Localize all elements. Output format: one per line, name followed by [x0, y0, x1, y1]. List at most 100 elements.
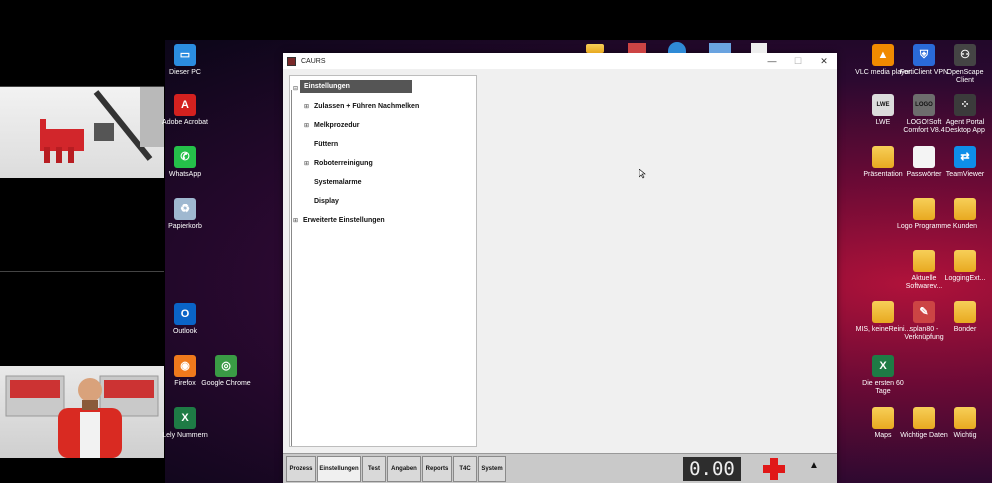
- main-content: ⊟ Einstellungen ⊞ Zulassen + Führen Nach…: [283, 69, 837, 453]
- globe-icon[interactable]: [668, 42, 686, 53]
- vlc-icon: ▲: [872, 44, 894, 66]
- app-icon: [287, 56, 296, 66]
- tab-einstellungen[interactable]: Einstellungen: [317, 456, 361, 482]
- tree-item-display[interactable]: Display: [314, 198, 339, 205]
- divider: [0, 271, 164, 272]
- collapse-icon[interactable]: ⊟: [293, 85, 298, 92]
- title-bar: CAURS — ☐ ✕: [283, 53, 837, 69]
- firefox-icon: ◉: [174, 355, 196, 377]
- folder-icon: [872, 301, 894, 323]
- network-icon[interactable]: [709, 43, 731, 53]
- tree-item-melkprozedur[interactable]: Melkprozedur: [314, 122, 360, 129]
- bottom-toolbar: Prozess Einstellungen Test Angaben Repor…: [283, 453, 837, 483]
- desktop-shortcut[interactable]: O Outlook: [157, 303, 213, 336]
- desktop-shortcut-label: Adobe Acrobat: [162, 119, 208, 126]
- desktop-shortcut-label: WhatsApp: [168, 171, 202, 178]
- folder-icon: [954, 198, 976, 220]
- folder-icon[interactable]: [586, 44, 604, 53]
- minimize-button[interactable]: —: [759, 56, 785, 67]
- desktop-shortcut-label: Lely Nummern: [162, 432, 208, 439]
- desktop-shortcut[interactable]: ♻ Papierkorb: [157, 198, 213, 231]
- folder-icon: [954, 407, 976, 429]
- desktop-shortcut[interactable]: ▭ Dieser PC: [157, 44, 213, 77]
- desktop-shortcut-label: Outlook: [172, 328, 198, 335]
- desktop-shortcut[interactable]: Kunden: [937, 198, 992, 231]
- openscape-icon: ⚇: [954, 44, 976, 66]
- video-feed-presenter: [0, 366, 164, 458]
- expand-icon[interactable]: ⊞: [304, 103, 309, 110]
- video-feed-top: [0, 87, 164, 178]
- expand-icon[interactable]: ⊞: [304, 122, 309, 129]
- arrow-up-icon[interactable]: ▲: [809, 460, 819, 471]
- folder-icon: [872, 407, 894, 429]
- window-title: CAURS: [301, 57, 326, 65]
- desktop-shortcut[interactable]: X Lely Nummern: [157, 407, 213, 440]
- desktop-shortcut[interactable]: ✆ WhatsApp: [157, 146, 213, 179]
- folder-icon: [913, 198, 935, 220]
- desktop-shortcut[interactable]: Wichtig: [937, 407, 992, 440]
- tab-angaben[interactable]: Angaben: [387, 456, 421, 482]
- tab-system[interactable]: System: [478, 456, 506, 482]
- desktop-shortcut-label: Dieser PC: [169, 69, 201, 76]
- document-icon[interactable]: [751, 43, 767, 53]
- excel-icon: X: [174, 407, 196, 429]
- caurs-window: CAURS — ☐ ✕ ⊟ Einstellungen ⊞ Zulassen +…: [283, 53, 837, 483]
- excel-icon: X: [872, 355, 894, 377]
- desktop-shortcut-label: Kunden: [952, 223, 978, 230]
- tree-item-zulassen[interactable]: Zulassen + Führen Nachmelken: [314, 103, 419, 110]
- outlook-icon: O: [174, 303, 196, 325]
- desktop-shortcut-label: Wichtig: [953, 432, 977, 439]
- tab-reports[interactable]: Reports: [422, 456, 452, 482]
- folder-icon: [913, 407, 935, 429]
- forticlient-icon: ⛨: [913, 44, 935, 66]
- desktop-shortcut[interactable]: A Adobe Acrobat: [157, 94, 213, 127]
- tree-item-erweiterte[interactable]: Erweiterte Einstellungen: [303, 217, 385, 224]
- agent-portal-icon: ⁘: [954, 94, 976, 116]
- expand-icon[interactable]: ⊞: [293, 217, 298, 224]
- presenter-image: [5, 375, 159, 458]
- tree-item-systemalarme[interactable]: Systemalarme: [314, 179, 361, 186]
- tree-item-einstellungen[interactable]: Einstellungen: [300, 80, 412, 93]
- expand-icon[interactable]: ⊞: [304, 160, 309, 167]
- desktop-shortcut-label: Die ersten 60 Tage: [862, 380, 904, 395]
- monitor-icon: ▭: [174, 44, 196, 66]
- acrobat-icon: A: [174, 94, 196, 116]
- robot-parts-image: [40, 87, 164, 163]
- desktop-shortcut[interactable]: ◎ Google Chrome: [198, 355, 254, 388]
- logo-soft-icon: LOGO: [913, 94, 935, 116]
- desktop-shortcut-label: Bonder: [953, 326, 977, 333]
- app-icon[interactable]: [628, 43, 646, 53]
- desktop-shortcut-label: TeamViewer: [945, 171, 985, 178]
- desktop-shortcut[interactable]: LoggingExt...: [937, 250, 992, 283]
- red-cross-icon[interactable]: [761, 457, 787, 481]
- milk-counter-display: 0.00: [683, 457, 741, 481]
- tab-t4c[interactable]: T4C: [453, 456, 477, 482]
- screen: ▭ Dieser PC A Adobe Acrobat ✆ WhatsApp ♻ Papier…: [0, 0, 992, 483]
- folder-icon: [954, 250, 976, 272]
- folder-icon: [872, 146, 894, 168]
- desktop-shortcut-label: LoggingExt...: [944, 275, 986, 282]
- desktop-shortcut[interactable]: X Die ersten 60 Tage: [855, 355, 911, 396]
- mouse-cursor-icon: [639, 169, 646, 179]
- desktop-shortcut[interactable]: ⇄ TeamViewer: [937, 146, 992, 179]
- tree-item-fuettern[interactable]: Füttern: [314, 141, 338, 148]
- whatsapp-icon: ✆: [174, 146, 196, 168]
- desktop-shortcut-label: Papierkorb: [168, 223, 202, 230]
- desktop-shortcut-label: Google Chrome: [201, 380, 251, 387]
- maximize-button[interactable]: ☐: [785, 56, 811, 67]
- tree-guide-line: [291, 90, 295, 446]
- desktop-shortcut[interactable]: Bonder: [937, 301, 992, 334]
- tab-prozess[interactable]: Prozess: [286, 456, 316, 482]
- pencil-icon: ✎: [913, 301, 935, 323]
- folder-icon: [913, 250, 935, 272]
- teamviewer-icon: ⇄: [954, 146, 976, 168]
- tab-test[interactable]: Test: [362, 456, 386, 482]
- desktop-shortcut-label: Agent Portal Desktop App: [945, 119, 985, 134]
- folder-icon: [954, 301, 976, 323]
- settings-tree: ⊟ Einstellungen ⊞ Zulassen + Führen Nach…: [289, 75, 477, 447]
- desktop-shortcut[interactable]: ⁘ Agent Portal Desktop App: [937, 94, 992, 135]
- close-button[interactable]: ✕: [811, 56, 837, 67]
- desktop-shortcut[interactable]: ⚇ OpenScape Client: [937, 44, 992, 85]
- recycle-bin-icon: ♻: [174, 198, 196, 220]
- tree-item-roboterreinigung[interactable]: Roboterreinigung: [314, 160, 373, 167]
